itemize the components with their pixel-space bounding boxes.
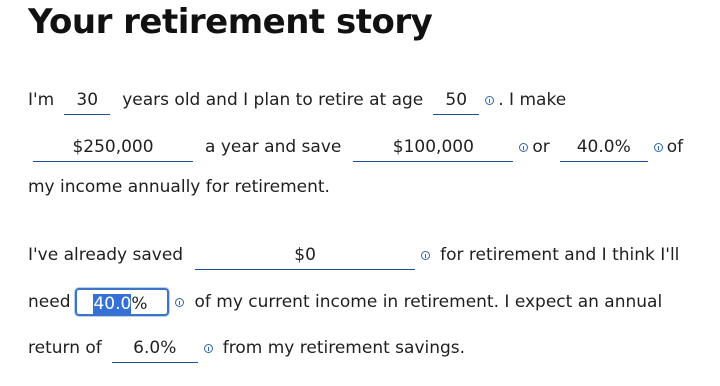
of-text: of <box>666 137 684 157</box>
need-text: need <box>28 292 71 312</box>
story-line-1: I'm 30 years old and I plan to retire at… <box>28 83 566 117</box>
i-make-text: . I make <box>498 90 567 110</box>
current-savings-info-icon[interactable] <box>421 250 431 260</box>
page-title: Your retirement story <box>28 2 433 42</box>
annual-return-input[interactable]: 6.0% <box>111 333 198 363</box>
from-savings-text: from my retirement savings. <box>222 338 466 358</box>
current-age-input[interactable]: 30 <box>64 85 111 115</box>
income-annually-text: my income annually for retirement. <box>28 177 330 197</box>
retirement-age-info-icon[interactable] <box>485 95 495 105</box>
savings-percent-info-icon[interactable] <box>653 142 663 152</box>
savings-percent-input[interactable]: 40.0% <box>559 132 648 162</box>
annual-savings-info-icon[interactable] <box>519 142 529 152</box>
return-of-text: return of <box>28 338 102 358</box>
selected-text: 40.0 <box>93 294 132 314</box>
for-retirement-text: for retirement and I think I'll <box>440 245 680 265</box>
years-old-text: years old and I plan to retire at age <box>122 90 424 110</box>
annual-income-input[interactable]: $250,000 <box>33 132 193 162</box>
current-savings-input[interactable]: $0 <box>195 240 416 270</box>
story-line-6: return of 6.0% from my retirement saving… <box>28 331 465 365</box>
im-text: I'm <box>28 90 55 110</box>
income-needed-percent-input[interactable]: 40.0% <box>75 288 170 316</box>
story-line-2: $250,000 a year and save $100,000 or 40.… <box>28 130 683 164</box>
annual-return-info-icon[interactable] <box>203 343 213 353</box>
already-saved-text: I've already saved <box>28 245 184 265</box>
annual-savings-input[interactable]: $100,000 <box>353 132 514 162</box>
income-needed-info-icon[interactable] <box>175 297 185 307</box>
story-line-3: my income annually for retirement. <box>28 170 330 204</box>
or-text: or <box>532 137 550 157</box>
year-save-text: a year and save <box>205 137 342 157</box>
retirement-age-input[interactable]: 50 <box>433 85 480 115</box>
percent-sign: % <box>131 294 148 314</box>
current-income-text: of my current income in retirement. I ex… <box>194 292 663 312</box>
story-line-4: I've already saved $0 for retirement and… <box>28 238 679 272</box>
story-line-5: need 40.0% of my current income in retir… <box>28 285 662 319</box>
